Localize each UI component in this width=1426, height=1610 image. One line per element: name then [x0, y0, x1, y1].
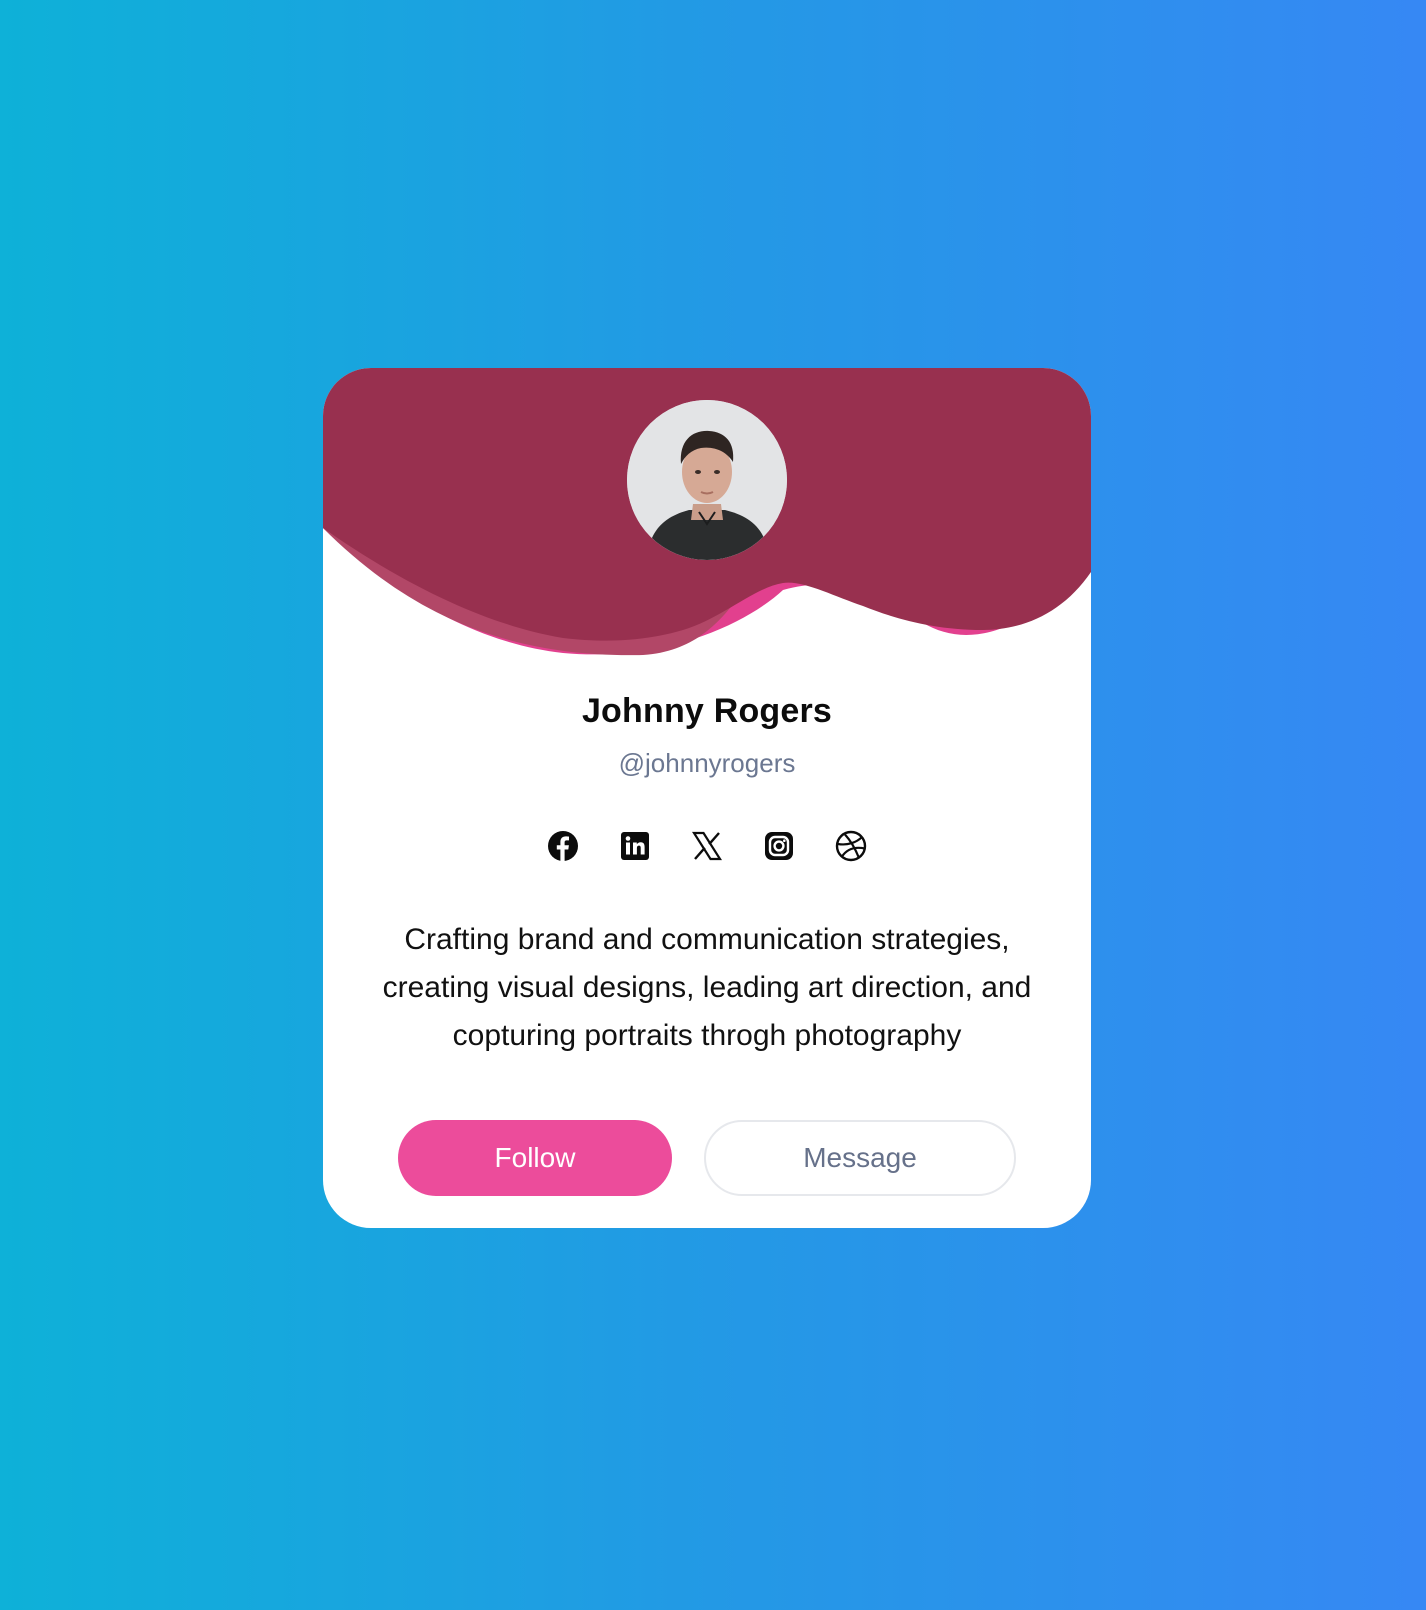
avatar-portrait	[627, 400, 787, 560]
profile-bio: Crafting brand and communication strateg…	[382, 923, 1032, 1052]
dribbble-icon	[835, 830, 867, 862]
avatar	[627, 400, 787, 560]
follow-button[interactable]: Follow	[398, 1120, 672, 1196]
profile-card: Johnny Rogers @johnnyrogers Crafting bra…	[323, 368, 1091, 1228]
linkedin-link[interactable]	[619, 830, 651, 862]
linkedin-icon	[621, 832, 649, 860]
social-links	[323, 830, 1091, 862]
message-button[interactable]: Message	[704, 1120, 1016, 1196]
facebook-link[interactable]	[547, 830, 579, 862]
profile-handle: @johnnyrogers	[618, 748, 796, 778]
x-icon	[691, 831, 723, 861]
profile-name: Johnny Rogers	[581, 692, 833, 730]
instagram-icon	[765, 832, 793, 860]
facebook-icon	[548, 831, 578, 861]
x-link[interactable]	[691, 830, 723, 862]
instagram-link[interactable]	[763, 830, 795, 862]
dribbble-link[interactable]	[835, 830, 867, 862]
